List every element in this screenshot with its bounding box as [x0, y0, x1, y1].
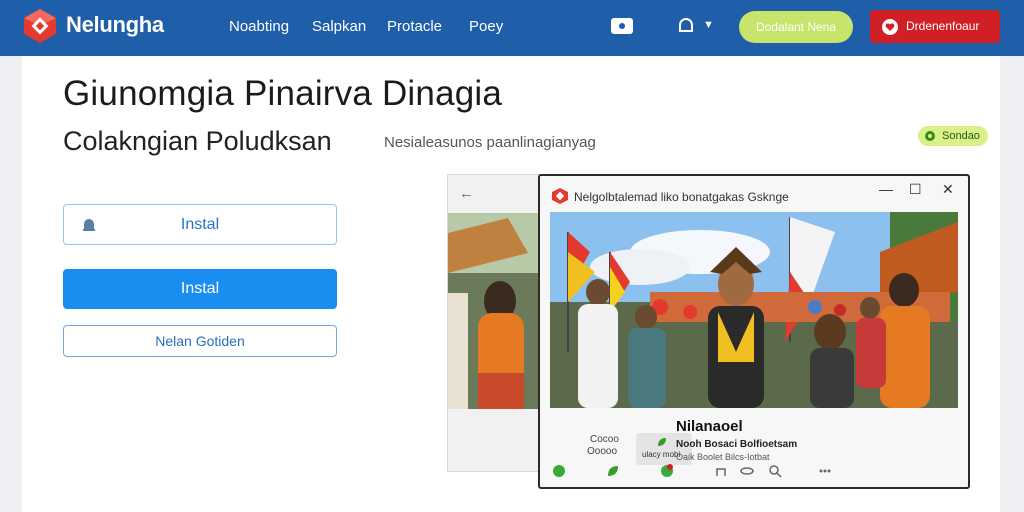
window-title: Nelgolbtalemad liko bonatgakas Gsknge — [574, 190, 789, 204]
page-title: Giunomgia Pinairva Dinagia — [63, 74, 503, 113]
caption-sub: Oaik Boolet Bilcs-Iotbat — [676, 452, 770, 462]
mini-label-a: Cocoo — [590, 434, 619, 445]
heart-icon — [882, 19, 898, 35]
mini-card-label: ulacy mobi — [642, 450, 681, 459]
tagline: Nesialeasunos paanlinagianyag — [384, 134, 596, 151]
eye-icon[interactable] — [740, 464, 754, 478]
logo-icon[interactable] — [22, 8, 58, 44]
page-subtitle: Colakngian Poludksan — [63, 126, 332, 156]
close-icon[interactable]: ✕ — [942, 181, 954, 198]
share-icon[interactable] — [714, 464, 728, 478]
red-cta-button[interactable]: Drdenenfoaur — [870, 10, 1000, 43]
install-button[interactable]: Instal — [63, 269, 337, 309]
secondary-button[interactable]: Nelan Gotiden — [63, 325, 337, 357]
search-icon[interactable] — [768, 464, 782, 478]
mini-label-b: Ooooo — [587, 446, 618, 457]
bell-icon[interactable] — [676, 16, 696, 36]
install-input[interactable]: Instal — [63, 204, 337, 245]
background-photo — [448, 213, 546, 409]
nav-item-3[interactable]: Protacle — [387, 18, 442, 35]
whatsapp-icon[interactable] — [552, 464, 566, 478]
leaf-icon — [658, 438, 666, 446]
red-cta-label: Drdenenfoaur — [906, 19, 980, 33]
nav-item-2[interactable]: Salpkan — [312, 18, 366, 35]
status-badge-label: Sondao — [942, 130, 980, 142]
nav-item-4[interactable]: Poey — [469, 18, 503, 35]
chevron-down-icon[interactable]: ▼ — [703, 19, 714, 31]
more-icon[interactable] — [818, 464, 832, 478]
festival-photo — [550, 212, 958, 408]
top-navbar: Nelungha Noabting Salpkan Protacle Poey … — [0, 0, 1024, 56]
status-badge[interactable]: Sondao — [918, 126, 988, 146]
caption-name: Nilanaoel — [676, 418, 743, 435]
nav-item-1[interactable]: Noabting — [229, 18, 289, 35]
back-arrow-icon[interactable]: ← — [459, 185, 474, 202]
brand-name[interactable]: Nelungha — [66, 12, 164, 38]
preview-window: Nelgolbtalemad liko bonatgakas Gsknge — … — [538, 174, 970, 489]
record-icon[interactable] — [660, 464, 674, 478]
maximize-icon[interactable]: ☐ — [909, 181, 922, 198]
minimize-icon[interactable]: — — [879, 181, 893, 197]
gear-icon — [925, 131, 935, 141]
background-window: ← — [447, 174, 547, 472]
caption-line: Nooh Bosaci Bolfioetsam — [676, 439, 798, 450]
app-logo-icon — [552, 188, 568, 204]
camera-icon[interactable] — [611, 18, 633, 34]
install-input-label: Instal — [180, 216, 220, 233]
green-pill-button[interactable]: Dodalant Nena — [739, 11, 853, 43]
leaf-icon[interactable] — [606, 464, 620, 478]
